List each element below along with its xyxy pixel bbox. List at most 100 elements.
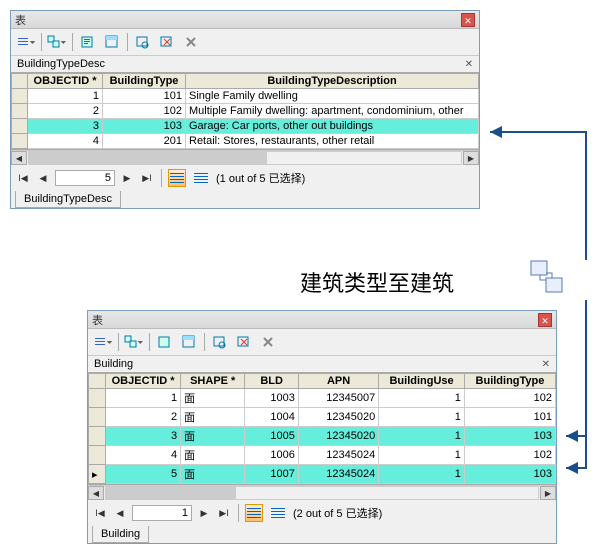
cell[interactable]: 102 — [464, 389, 555, 408]
subpanel-close-icon[interactable]: ✕ — [465, 59, 473, 70]
toolbar-delete-icon[interactable] — [257, 331, 279, 353]
cell[interactable]: 1 — [379, 446, 465, 465]
toolbar-related-icon[interactable] — [46, 31, 68, 53]
cell[interactable]: 1007 — [245, 465, 299, 484]
column-header[interactable]: OBJECTID * — [106, 374, 181, 389]
table-row[interactable]: ▸5面1007123450241103 — [89, 465, 556, 484]
cell[interactable]: 3 — [106, 427, 181, 446]
table-row[interactable]: 2面1004123450201101 — [89, 408, 556, 427]
show-selected-button[interactable] — [190, 167, 212, 189]
toolbar-select-by-attr-icon[interactable] — [77, 31, 99, 53]
nav-prev-button[interactable]: ◀ — [35, 170, 51, 186]
cell[interactable]: 面 — [181, 427, 245, 446]
toolbar-zoom-selected-icon[interactable] — [132, 31, 154, 53]
nav-next-button[interactable]: ▶ — [119, 170, 135, 186]
toolbar-delete-icon[interactable] — [180, 31, 202, 53]
cell[interactable]: 1 — [379, 408, 465, 427]
toolbar-switch-selection-icon[interactable] — [178, 331, 200, 353]
grid[interactable]: OBJECTID *SHAPE *BLDAPNBuildingUseBuildi… — [88, 372, 556, 485]
toolbar-menu-icon[interactable] — [92, 331, 114, 353]
cell[interactable]: 201 — [103, 134, 186, 149]
column-header[interactable]: BuildingType — [464, 374, 555, 389]
cell[interactable]: 面 — [181, 389, 245, 408]
scroll-right-button[interactable]: ▶ — [463, 151, 479, 165]
subpanel-close-icon[interactable]: ✕ — [542, 359, 550, 370]
h-scrollbar[interactable]: ◀ ▶ — [11, 150, 479, 165]
cell[interactable]: 12345020 — [298, 408, 378, 427]
column-header[interactable]: SHAPE * — [181, 374, 245, 389]
cell[interactable]: 102 — [103, 104, 186, 119]
column-header[interactable]: BuildingUse — [379, 374, 465, 389]
cell[interactable]: 1 — [106, 389, 181, 408]
row-marker[interactable] — [12, 119, 28, 134]
show-selected-button[interactable] — [267, 502, 289, 524]
scroll-left-button[interactable]: ◀ — [11, 151, 27, 165]
toolbar-related-icon[interactable] — [123, 331, 145, 353]
cell[interactable]: 103 — [103, 119, 186, 134]
cell[interactable]: 3 — [28, 119, 103, 134]
cell[interactable]: 12345024 — [298, 465, 378, 484]
row-marker[interactable] — [89, 427, 106, 446]
show-all-button[interactable] — [245, 504, 263, 522]
close-button[interactable]: ✕ — [461, 13, 475, 27]
cell[interactable]: 2 — [28, 104, 103, 119]
nav-last-button[interactable]: ▶I — [139, 170, 155, 186]
cell[interactable]: 12345024 — [298, 446, 378, 465]
cell[interactable]: 1006 — [245, 446, 299, 465]
close-button[interactable]: ✕ — [538, 313, 552, 327]
cell[interactable]: 103 — [464, 465, 555, 484]
nav-record-input[interactable] — [55, 170, 115, 186]
column-header[interactable]: OBJECTID * — [28, 74, 103, 89]
toolbar-switch-selection-icon[interactable] — [101, 31, 123, 53]
nav-prev-button[interactable]: ◀ — [112, 505, 128, 521]
toolbar-select-by-attr-icon[interactable] — [154, 331, 176, 353]
cell[interactable]: Garage: Car ports, other out buildings — [186, 119, 479, 134]
scroll-left-button[interactable]: ◀ — [88, 486, 104, 500]
cell[interactable]: 101 — [464, 408, 555, 427]
cell[interactable]: 1 — [379, 427, 465, 446]
column-header[interactable]: BuildingType — [103, 74, 186, 89]
table-row[interactable]: 4201Retail: Stores, restaurants, other r… — [12, 134, 479, 149]
row-marker[interactable] — [12, 104, 28, 119]
cell[interactable]: 12345007 — [298, 389, 378, 408]
table-row[interactable]: 4面1006123450241102 — [89, 446, 556, 465]
row-marker[interactable] — [89, 446, 106, 465]
tab[interactable]: BuildingTypeDesc — [15, 191, 121, 208]
cell[interactable]: Single Family dwelling — [186, 89, 479, 104]
toolbar-clear-selection-icon[interactable] — [233, 331, 255, 353]
cell[interactable]: 1 — [379, 465, 465, 484]
toolbar-zoom-selected-icon[interactable] — [209, 331, 231, 353]
nav-next-button[interactable]: ▶ — [196, 505, 212, 521]
toolbar-clear-selection-icon[interactable] — [156, 31, 178, 53]
cell[interactable]: 12345020 — [298, 427, 378, 446]
table-row[interactable]: 1面1003123450071102 — [89, 389, 556, 408]
cell[interactable]: 面 — [181, 465, 245, 484]
nav-first-button[interactable]: I◀ — [92, 505, 108, 521]
nav-first-button[interactable]: I◀ — [15, 170, 31, 186]
cell[interactable]: 4 — [28, 134, 103, 149]
tab[interactable]: Building — [92, 526, 149, 543]
toolbar-menu-icon[interactable] — [15, 31, 37, 53]
cell[interactable]: Retail: Stores, restaurants, other retai… — [186, 134, 479, 149]
cell[interactable]: 5 — [106, 465, 181, 484]
row-marker[interactable] — [12, 134, 28, 149]
cell[interactable]: 1004 — [245, 408, 299, 427]
cell[interactable]: 面 — [181, 408, 245, 427]
column-header[interactable]: APN — [298, 374, 378, 389]
cell[interactable]: 101 — [103, 89, 186, 104]
table-row[interactable]: 3103Garage: Car ports, other out buildin… — [12, 119, 479, 134]
window-titlebar[interactable]: 表 ✕ — [88, 311, 556, 329]
h-scrollbar[interactable]: ◀ ▶ — [88, 485, 556, 500]
cell[interactable]: 1005 — [245, 427, 299, 446]
row-marker[interactable] — [89, 408, 106, 427]
table-row[interactable]: 3面1005123450201103 — [89, 427, 556, 446]
grid[interactable]: OBJECTID *BuildingTypeBuildingTypeDescri… — [11, 72, 479, 150]
row-marker[interactable] — [89, 389, 106, 408]
scroll-right-button[interactable]: ▶ — [540, 486, 556, 500]
table-row[interactable]: 1101Single Family dwelling — [12, 89, 479, 104]
row-marker[interactable] — [12, 89, 28, 104]
cell[interactable]: Multiple Family dwelling: apartment, con… — [186, 104, 479, 119]
nav-record-input[interactable] — [132, 505, 192, 521]
row-marker[interactable]: ▸ — [89, 465, 106, 484]
column-header[interactable]: BLD — [245, 374, 299, 389]
